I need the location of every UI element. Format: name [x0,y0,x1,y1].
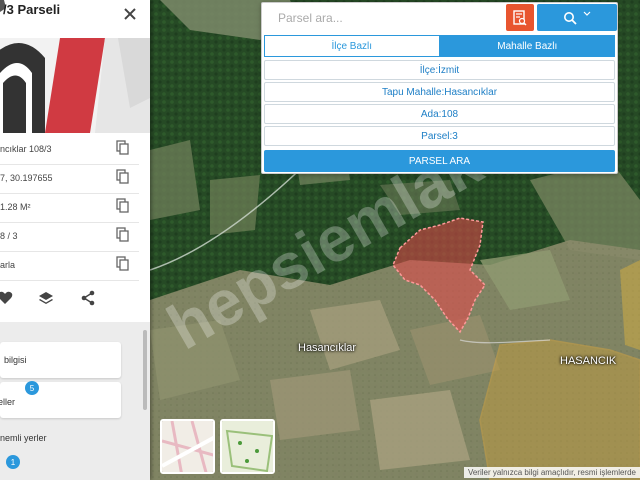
search-mode-tabs: İlçe Bazlı Mahalle Bazlı [264,35,615,57]
close-icon[interactable] [122,6,138,22]
copy-icon[interactable] [116,140,130,156]
copy-icon[interactable] [116,227,130,243]
parcel-field[interactable]: Parsel:3 [264,126,615,146]
place-label-hasancik: HASANCIK [560,355,617,367]
place-label-hasanciklar: Hasancıklar [298,342,357,354]
important-places-count-badge: 1 [6,455,20,469]
panel-scrollbar[interactable] [143,330,147,410]
panel-title: /3 Parseli [3,2,61,17]
copy-icon[interactable] [116,198,130,214]
info-row-text: 7, 30.197655 [0,172,53,183]
info-row-text: 1.28 M² [0,201,31,212]
heart-icon[interactable] [0,290,13,306]
nearby-parcels-count-badge: 5 [25,381,39,395]
info-card[interactable]: bilgisi [0,342,121,378]
nearby-parcels-card[interactable]: eller [0,382,121,418]
map-disclaimer: Veriler yalnızca bilgi amaçlıdır, resmi … [463,467,640,478]
caret-down-icon [583,11,591,16]
parcel-search-panel: İlçe Bazlı Mahalle Bazlı İlçe:İzmit Tapu… [261,2,618,174]
document-search-icon [513,9,527,25]
search-button[interactable] [537,4,617,31]
block-field[interactable]: Ada:108 [264,104,615,124]
nearby-parcels-label: eller [0,397,16,407]
parcel-search-input[interactable] [266,5,506,31]
info-row-text: ncıklar 108/3 [0,143,52,154]
parcel-photo[interactable] [0,38,150,133]
street-layer-thumbnail[interactable] [160,419,215,474]
district-field[interactable]: İlçe:İzmit [264,60,615,80]
info-row-text: arla [0,259,16,270]
search-icon [564,11,577,25]
copy-icon[interactable] [116,169,130,185]
layers-icon[interactable] [38,290,54,306]
terrain-layer-thumbnail[interactable] [220,419,275,474]
report-button[interactable] [506,4,534,31]
parcel-detail-panel: /3 Parseli ncıklar 108/3 7, 30.197655 1.… [0,0,150,480]
important-places-label: nemli yerler [0,433,47,443]
search-row [262,3,617,33]
neighborhood-field[interactable]: Tapu Mahalle:Hasancıklar [264,82,615,102]
copy-icon[interactable] [116,256,130,272]
tab-district-based[interactable]: İlçe Bazlı [264,35,440,57]
parcel-search-submit-button[interactable]: PARSEL ARA [264,150,615,172]
tab-neighborhood-based[interactable]: Mahalle Bazlı [439,35,615,57]
info-row-text: 8 / 3 [0,230,18,241]
share-icon[interactable] [80,290,96,306]
info-card-label: bilgisi [4,355,27,365]
